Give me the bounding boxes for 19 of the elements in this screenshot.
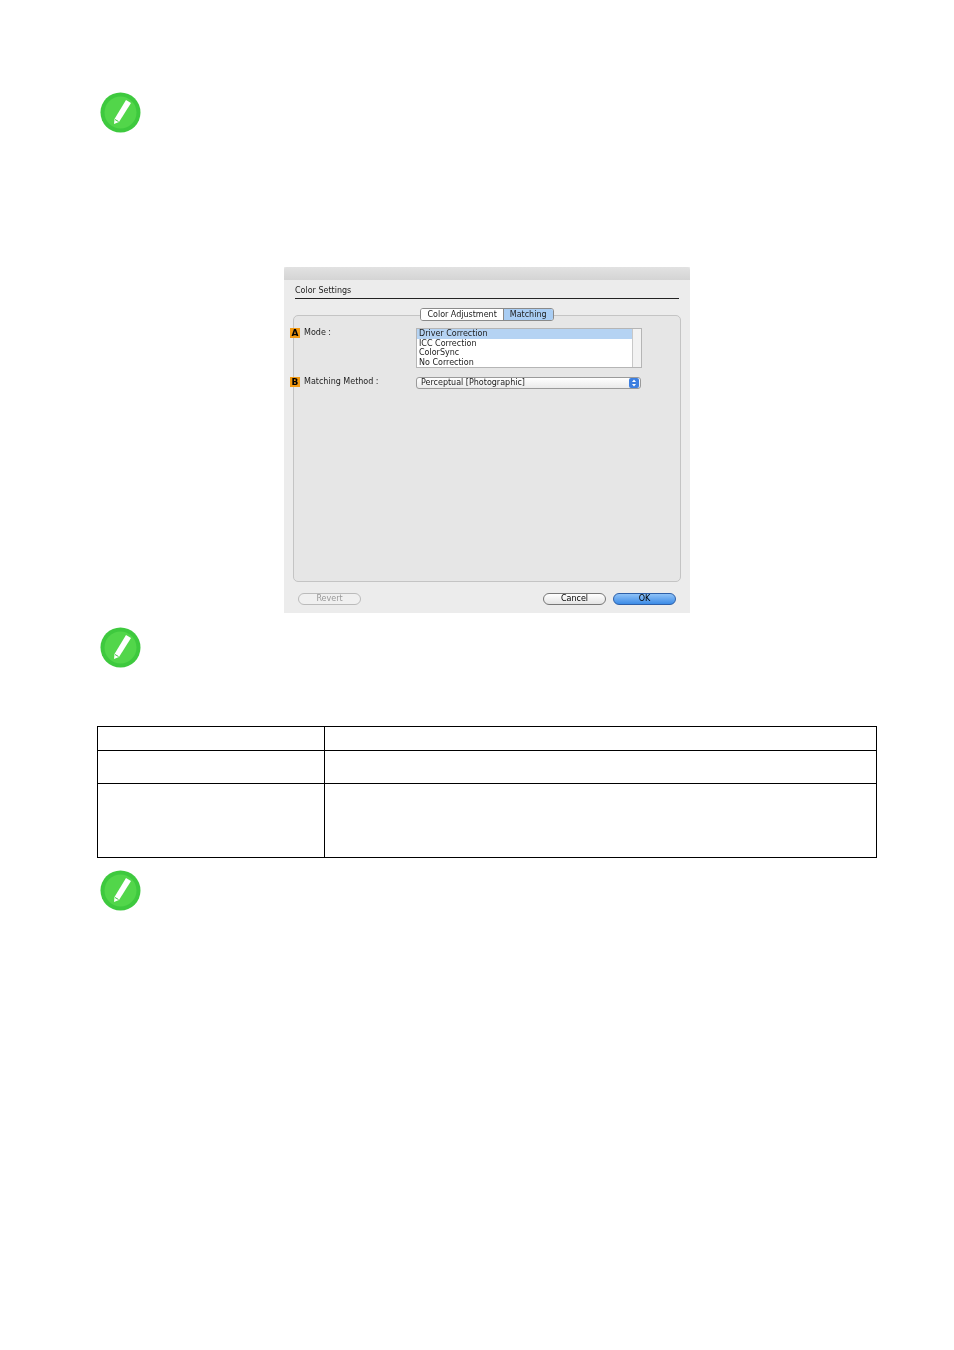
list-box[interactable]: Driver Correction ICC Correction ColorSync No Correction	[416, 328, 642, 368]
list-item[interactable]: ICC Correction	[417, 338, 632, 349]
list-item[interactable]: ColorSync	[417, 348, 632, 358]
section-title: Color Settings	[295, 286, 352, 295]
dialog-button[interactable]: Cancel	[543, 593, 606, 605]
pencil-note-icon	[100, 92, 141, 133]
stepper-arrows-icon	[629, 378, 639, 388]
field-label: Mode :	[304, 328, 332, 338]
pencil-note-icon	[100, 870, 141, 911]
pencil-note-icon	[100, 627, 141, 668]
list-item[interactable]: Driver Correction	[417, 329, 632, 339]
letter-badge: A	[290, 328, 300, 338]
tab[interactable]: Matching	[502, 309, 553, 320]
letter-badge: B	[290, 377, 300, 387]
field-label: Matching Method :	[304, 377, 379, 387]
dropdown[interactable]: Perceptual [Photographic]	[416, 377, 641, 389]
scrollbar[interactable]	[632, 329, 641, 367]
dialog-button[interactable]: OK	[613, 593, 676, 605]
list-item[interactable]: No Correction	[417, 357, 632, 368]
